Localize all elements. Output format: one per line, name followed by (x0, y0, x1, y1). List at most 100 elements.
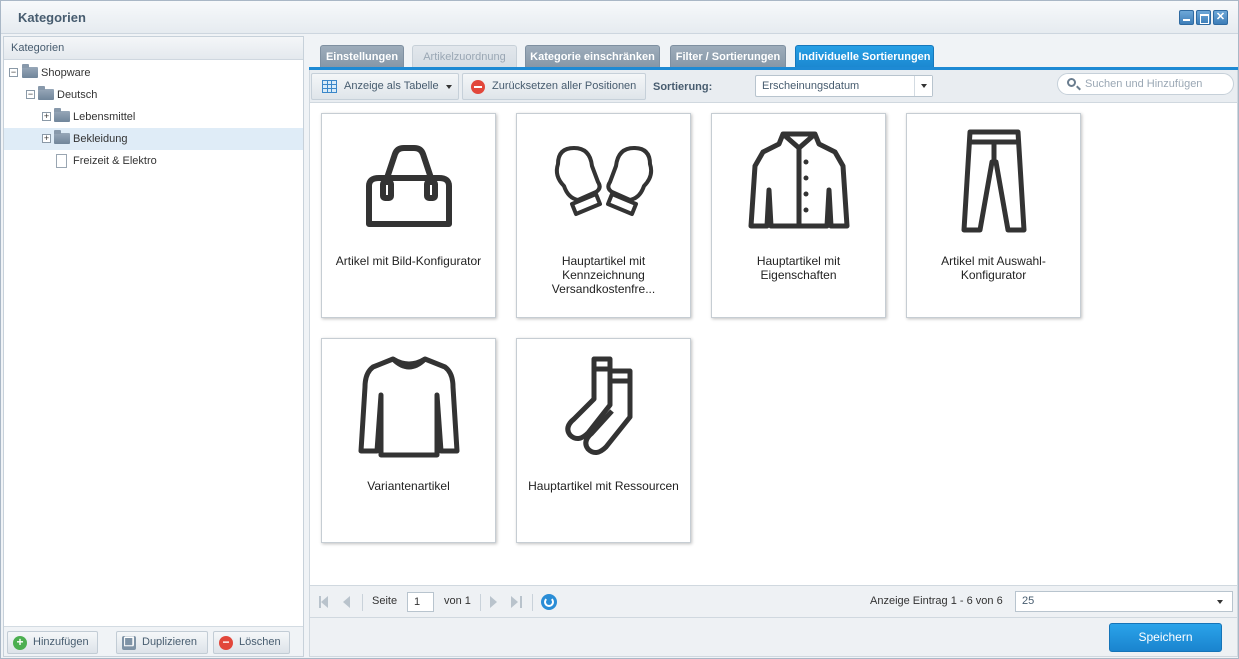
chevron-down-icon (1217, 600, 1223, 604)
tree-node-label: Bekleidung (73, 133, 128, 145)
search-add-input[interactable]: Suchen und Hinzufügen (1057, 73, 1234, 95)
save-button[interactable]: Speichern (1109, 623, 1222, 652)
refresh-icon[interactable] (541, 594, 557, 610)
table-view-button[interactable]: Anzeige als Tabelle (311, 73, 459, 100)
add-icon: + (13, 636, 27, 650)
tree-node-label: Deutsch (57, 89, 98, 101)
minimize-icon[interactable] (1179, 10, 1194, 25)
first-page-bar (319, 596, 321, 608)
collapse-icon[interactable]: − (26, 90, 35, 99)
tab-artikelzuordnung: Artikelzuordnung (412, 45, 517, 68)
document-icon (56, 154, 67, 168)
product-card[interactable]: Hauptartikel mit Ressourcen (516, 338, 691, 543)
sort-label: Sortierung: (653, 81, 713, 93)
tab-filter-sortierungen[interactable]: Filter / Sortierungen (670, 45, 786, 68)
tree-node-label: Shopware (41, 67, 91, 79)
next-page-icon[interactable] (490, 596, 497, 608)
product-card[interactable]: Artikel mit Bild-Konfigurator (321, 113, 496, 318)
sort-select-value: Erscheinungsdatum (762, 80, 860, 92)
add-button-label: Hinzufügen (33, 636, 89, 648)
chevron-down-icon (921, 84, 927, 88)
duplicate-icon: ❐ (122, 635, 136, 650)
table-icon (322, 80, 337, 93)
expand-icon[interactable]: + (42, 112, 51, 121)
folder-icon (54, 130, 70, 144)
display-info: Anzeige Eintrag 1 - 6 von 6 (870, 595, 1003, 607)
page-size-select[interactable]: 25 (1015, 591, 1233, 612)
product-name: Variantenartikel (367, 479, 450, 493)
table-view-label: Anzeige als Tabelle (344, 80, 439, 92)
product-card[interactable]: Hauptartikel mit Eigenschaften (711, 113, 886, 318)
page-size-value: 25 (1022, 595, 1035, 607)
add-category-button[interactable]: + Hinzufügen (7, 631, 98, 654)
mittens-icon (554, 146, 654, 216)
maximize-icon[interactable] (1196, 10, 1211, 25)
prev-page-icon[interactable] (343, 596, 350, 608)
product-name: Hauptartikel mit Kennzeichnung Versandko… (551, 254, 656, 296)
product-name: Hauptartikel mit Ressourcen (528, 479, 679, 493)
close-icon[interactable]: ✕ (1213, 10, 1228, 25)
sweater-icon (358, 356, 460, 458)
jacket-icon (748, 131, 850, 229)
category-tree-panel: Kategorien − Shopware − Deutsch + Lebens… (3, 36, 304, 657)
product-card[interactable]: Artikel mit Auswahl-Konfigurator (906, 113, 1081, 318)
reset-positions-label: Zurücksetzen aller Positionen (492, 80, 637, 92)
tree-panel-header: Kategorien (4, 37, 303, 60)
tab-individuelle-sortierungen[interactable]: Individuelle Sortierungen (795, 45, 934, 68)
delete-category-button[interactable]: − Löschen (213, 631, 290, 654)
tree-node-label: Freizeit & Elektro (73, 155, 157, 167)
sort-select[interactable]: Erscheinungsdatum (755, 75, 933, 97)
tree-node-freizeit-elektro[interactable]: Freizeit & Elektro (4, 150, 303, 172)
product-card[interactable]: Variantenartikel (321, 338, 496, 543)
dropdown-arrow-icon (446, 85, 452, 89)
product-name: Artikel mit Auswahl-Konfigurator (941, 254, 1046, 282)
bag-icon (366, 145, 452, 227)
sorting-toolbar: Anzeige als Tabelle Zurücksetzen aller P… (309, 70, 1238, 103)
reset-icon (471, 80, 485, 94)
trousers-icon (961, 129, 1027, 233)
tab-kategorie-einschraenken[interactable]: Kategorie einschränken (525, 45, 660, 68)
tree-node-deutsch[interactable]: − Deutsch (4, 84, 303, 106)
tree-node-bekleidung[interactable]: + Bekleidung (4, 128, 303, 150)
reset-positions-button[interactable]: Zurücksetzen aller Positionen (462, 73, 646, 100)
window-title: Kategorien (18, 10, 86, 25)
separator (480, 594, 481, 611)
collapse-icon[interactable]: − (9, 68, 18, 77)
tree-panel-footer: + Hinzufügen ❐ Duplizieren − Löschen (4, 626, 303, 656)
tree-node-lebensmittel[interactable]: + Lebensmittel (4, 106, 303, 128)
duplicate-category-button[interactable]: ❐ Duplizieren (116, 631, 208, 654)
expand-icon[interactable]: + (42, 134, 51, 143)
category-detail-panel: Einstellungen Artikelzuordnung Kategorie… (309, 36, 1238, 618)
categories-window: Kategorien ✕ Kategorien − Shopware − Deu… (0, 0, 1239, 659)
sort-select-trigger[interactable] (914, 76, 932, 96)
page-number-value: 1 (414, 596, 421, 608)
pagination-toolbar: Seite 1 von 1 Anzeige Eintrag 1 - 6 von … (309, 585, 1238, 618)
folder-open-icon (38, 86, 54, 100)
window-footer: Speichern (309, 618, 1238, 657)
folder-icon (54, 108, 70, 122)
last-page-bar (520, 596, 522, 608)
tab-bar: Einstellungen Artikelzuordnung Kategorie… (309, 36, 1238, 70)
page-count-label: von 1 (444, 595, 471, 607)
tree-node-label: Lebensmittel (73, 111, 136, 123)
folder-open-icon (22, 64, 38, 78)
socks-icon (565, 356, 633, 455)
page-number-input[interactable]: 1 (407, 592, 434, 612)
search-placeholder: Suchen und Hinzufügen (1085, 78, 1203, 90)
first-page-icon[interactable] (321, 596, 328, 608)
product-name: Hauptartikel mit Eigenschaften (756, 254, 841, 282)
product-name: Artikel mit Bild-Konfigurator (335, 254, 482, 268)
duplicate-button-label: Duplizieren (142, 636, 198, 648)
product-grid: Artikel mit Bild-Konfigurator Hauptartik… (309, 103, 1238, 585)
page-label: Seite (372, 595, 398, 607)
separator (532, 594, 533, 611)
delete-button-label: Löschen (239, 636, 281, 648)
tree-node-shopware[interactable]: − Shopware (4, 62, 303, 84)
last-page-icon[interactable] (511, 596, 518, 608)
delete-icon: − (219, 636, 233, 650)
window-titlebar[interactable]: Kategorien ✕ (1, 1, 1238, 34)
search-icon (1067, 78, 1076, 87)
separator (362, 594, 363, 611)
product-card[interactable]: Hauptartikel mit Kennzeichnung Versandko… (516, 113, 691, 318)
tab-einstellungen[interactable]: Einstellungen (320, 45, 404, 68)
